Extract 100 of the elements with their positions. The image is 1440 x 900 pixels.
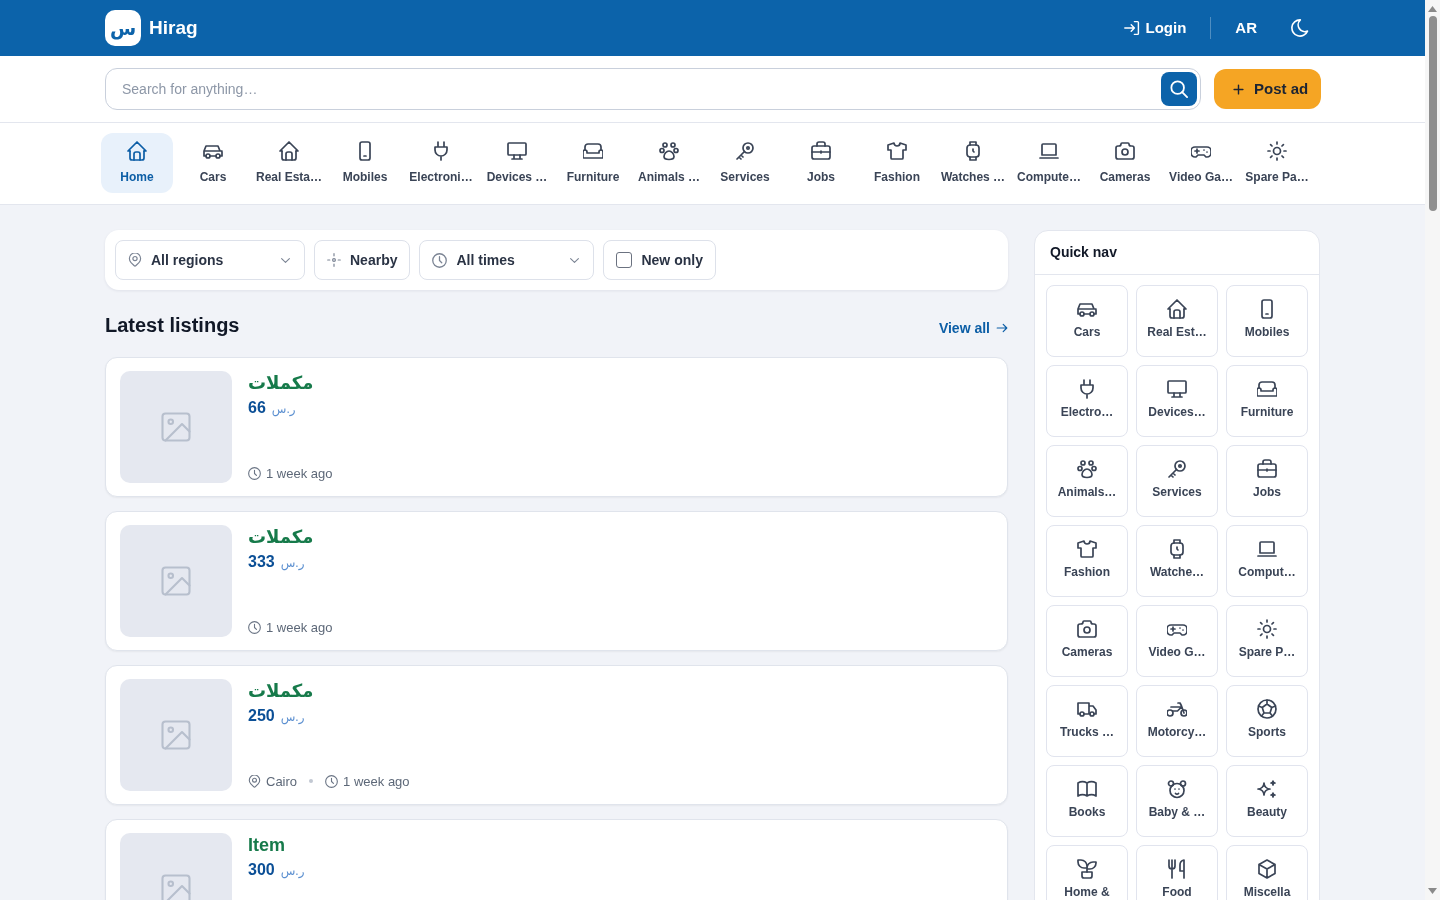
category-tab[interactable]: Animals … <box>633 133 705 193</box>
quick-nav-tile[interactable]: Miscella <box>1226 845 1308 900</box>
post-ad-button[interactable]: Post ad <box>1214 69 1321 109</box>
category-tab[interactable]: Real Esta… <box>253 133 325 193</box>
listing-title: Item <box>248 834 286 857</box>
new-only-toggle[interactable]: New only <box>603 240 716 280</box>
quick-nav-tile[interactable]: Motorcy… <box>1136 685 1218 757</box>
motorbike-icon <box>1167 699 1187 719</box>
login-icon <box>1123 20 1140 36</box>
search-icon <box>1170 80 1188 98</box>
quick-nav-tile[interactable]: Watche… <box>1136 525 1218 597</box>
category-tab[interactable]: Cameras <box>1089 133 1161 193</box>
category-tab[interactable]: Compute… <box>1013 133 1085 193</box>
brand-name[interactable]: Hirag <box>149 13 198 43</box>
category-tab[interactable]: Devices … <box>481 133 553 193</box>
monitor-icon <box>1167 379 1187 399</box>
cube-icon <box>1257 859 1277 879</box>
quick-nav-tile[interactable]: Trucks … <box>1046 685 1128 757</box>
clock-icon <box>325 774 339 788</box>
map-pin-icon <box>128 253 142 267</box>
time-text: 1 week ago <box>343 772 410 791</box>
location-text: Cairo <box>266 772 298 791</box>
scrollbar[interactable] <box>1425 0 1440 900</box>
moon-icon <box>1291 19 1309 37</box>
book-icon <box>1077 779 1097 799</box>
sun-icon <box>1267 140 1287 161</box>
category-tab[interactable]: Services <box>709 133 781 193</box>
clock-icon <box>432 252 448 268</box>
quick-nav-tile[interactable]: Real Est… <box>1136 285 1218 357</box>
period-select[interactable]: All times <box>419 240 595 280</box>
home-icon <box>127 140 147 161</box>
monitor-icon <box>507 140 527 161</box>
time-text: 1 week ago <box>266 618 333 637</box>
listing-price: 333 <box>248 552 275 572</box>
listing-title: مكملات <box>248 680 314 703</box>
quick-nav-tile[interactable]: Fashion <box>1046 525 1128 597</box>
quick-nav-tile[interactable]: Mobiles <box>1226 285 1308 357</box>
quick-nav-tile[interactable]: Comput… <box>1226 525 1308 597</box>
plant-icon <box>1077 859 1097 879</box>
scroll-up-arrow-icon[interactable] <box>1428 6 1437 12</box>
quick-nav-tile[interactable]: Services <box>1136 445 1218 517</box>
listing-price: 66 <box>248 398 266 418</box>
quick-nav-tile[interactable]: Jobs <box>1226 445 1308 517</box>
scroll-down-arrow-icon[interactable] <box>1428 888 1437 894</box>
section-title: Latest listings <box>105 313 240 338</box>
category-tab[interactable]: Spare Pa… <box>1241 133 1313 193</box>
language-button[interactable]: AR <box>1229 12 1263 44</box>
category-tab[interactable]: Jobs <box>785 133 857 193</box>
scrollbar-thumb[interactable] <box>1428 16 1437 211</box>
quick-nav-tile[interactable]: Video G… <box>1136 605 1218 677</box>
category-tab[interactable]: Mobiles <box>329 133 401 193</box>
key-icon <box>735 140 755 161</box>
login-button[interactable]: Login <box>1117 12 1193 44</box>
quick-nav-tile[interactable]: Baby & … <box>1136 765 1218 837</box>
category-tab[interactable]: Watches … <box>937 133 1009 193</box>
arrow-right-icon <box>996 322 1008 334</box>
view-all-link[interactable]: View all <box>938 317 1008 339</box>
category-tab[interactable]: Electroni… <box>405 133 477 193</box>
quick-nav-tile[interactable]: Food <box>1136 845 1218 900</box>
quick-nav-tile[interactable]: Animals… <box>1046 445 1128 517</box>
quick-nav-tile[interactable]: Devices… <box>1136 365 1218 437</box>
laptop-icon <box>1257 539 1277 559</box>
quick-nav-tile[interactable]: Sports <box>1226 685 1308 757</box>
region-select[interactable]: All regions <box>115 240 305 280</box>
paw-icon <box>659 140 679 161</box>
category-tab[interactable]: Video Ga… <box>1165 133 1237 193</box>
search-field[interactable]: Search for anything… <box>105 68 1201 110</box>
currency-label: ر.س <box>280 863 305 880</box>
nearby-button[interactable]: Nearby <box>314 240 411 280</box>
house-icon <box>1167 299 1187 319</box>
quick-nav-tile[interactable]: Books <box>1046 765 1128 837</box>
sparkles-icon <box>1257 779 1277 799</box>
checkbox[interactable] <box>616 252 633 268</box>
category-tab[interactable]: Cars <box>177 133 249 193</box>
listing-title: مكملات <box>248 372 314 395</box>
sofa-icon <box>583 140 603 161</box>
truck-icon <box>1077 699 1097 719</box>
key-icon <box>1167 459 1187 479</box>
search-button[interactable] <box>1161 72 1197 106</box>
listing-price: 300 <box>248 860 275 880</box>
category-tab[interactable]: Fashion <box>861 133 933 193</box>
quick-nav-tile[interactable]: Beauty <box>1226 765 1308 837</box>
logo[interactable]: س <box>105 10 141 46</box>
currency-label: ر.س <box>280 709 305 726</box>
category-tab[interactable]: Home <box>101 133 173 193</box>
plug-icon <box>1077 379 1097 399</box>
category-tab[interactable]: Furniture <box>557 133 629 193</box>
quick-nav-tile[interactable]: Electro… <box>1046 365 1128 437</box>
quick-nav-tile[interactable]: Cars <box>1046 285 1128 357</box>
quick-nav-tile[interactable]: Home & <box>1046 845 1128 900</box>
image-icon <box>161 720 191 750</box>
quick-nav-tile[interactable]: Cameras <box>1046 605 1128 677</box>
briefcase-icon <box>811 140 831 161</box>
laptop-icon <box>1039 140 1059 161</box>
image-icon <box>161 412 191 442</box>
separator-dot-icon <box>309 779 314 784</box>
quick-nav-tile[interactable]: Spare P… <box>1226 605 1308 677</box>
watch-icon <box>1167 539 1187 559</box>
map-pin-icon <box>248 774 261 788</box>
quick-nav-tile[interactable]: Furniture <box>1226 365 1308 437</box>
